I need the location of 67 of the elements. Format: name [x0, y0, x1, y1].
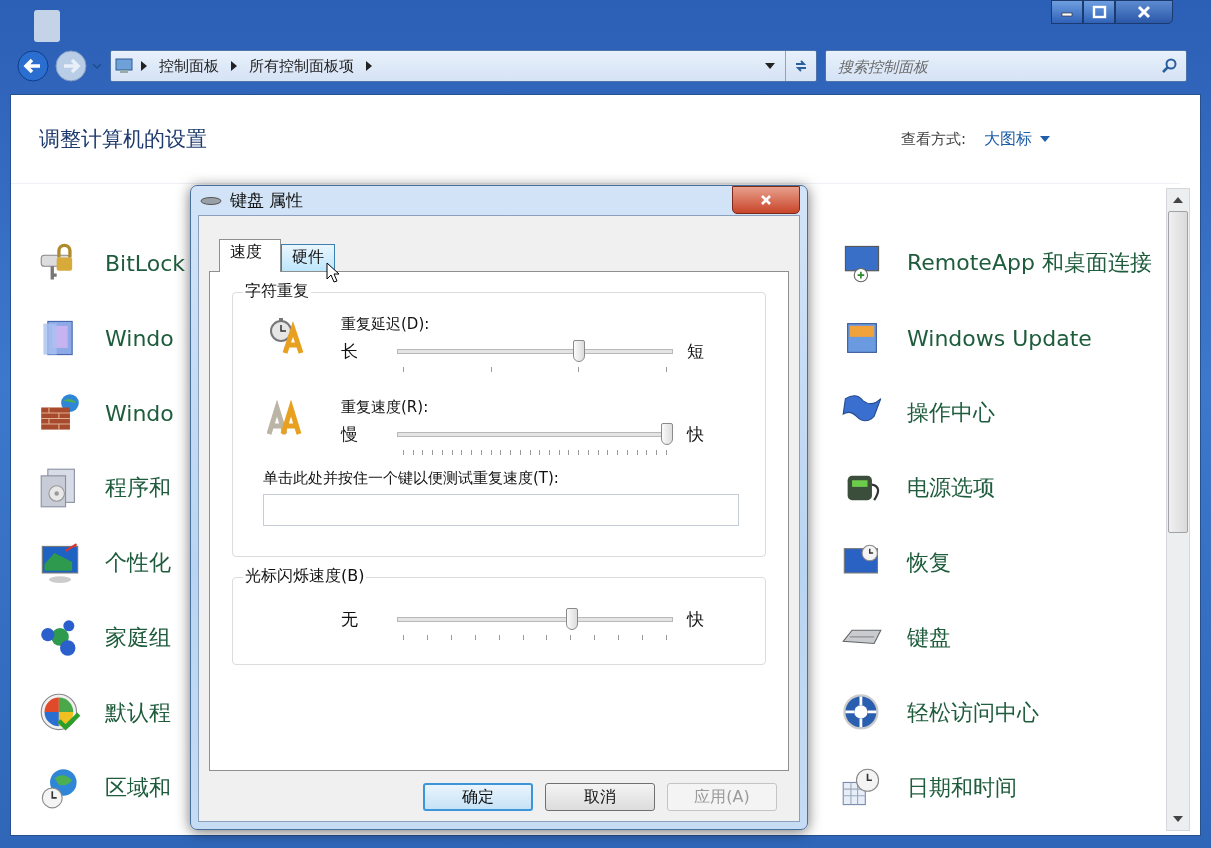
slider-thumb[interactable] [661, 423, 673, 445]
scroll-down-icon[interactable] [1173, 816, 1183, 822]
slider-max-label: 短 [686, 340, 704, 362]
keyboard-icon [200, 195, 222, 206]
test-input-field[interactable] [263, 494, 739, 526]
dialog-title: 键盘 属性 [230, 189, 305, 212]
close-icon [759, 194, 773, 206]
slider-track[interactable] [397, 608, 673, 630]
slider-thumb[interactable] [565, 608, 578, 630]
control-panel-link[interactable]: Windows Update [907, 325, 1092, 351]
chevron-icon[interactable] [141, 61, 147, 71]
slider-min-label: 长 [341, 340, 359, 362]
control-panel-link[interactable]: 区域和 [105, 773, 171, 803]
slider-max-label: 快 [685, 423, 704, 445]
control-panel-link[interactable]: BitLock [105, 250, 185, 276]
chevron-icon[interactable] [366, 61, 372, 71]
monitor-icon[interactable] [39, 542, 81, 584]
control-panel-icon [115, 58, 133, 74]
view-dropdown[interactable]: 大图标 [984, 128, 1050, 150]
control-panel-link[interactable]: 恢复 [907, 548, 951, 578]
control-panel-link[interactable]: 日期和时间 [907, 773, 1017, 803]
control-panel-link[interactable]: Windo [105, 325, 174, 351]
address-bar[interactable]: 控制面板 所有控制面板项 [110, 50, 817, 82]
maximize-button[interactable] [1083, 0, 1115, 24]
caret-icon [1040, 136, 1050, 142]
test-field-label: 单击此处并按住一个键以便测试重复速度(T): [263, 469, 560, 488]
tab[interactable]: 速度 [219, 239, 281, 272]
scroll-up-icon[interactable] [1173, 197, 1183, 203]
slider-track[interactable] [397, 340, 673, 362]
scrollbar[interactable] [1166, 188, 1190, 831]
slider-max-label: 快 [685, 608, 704, 630]
control-panel-link[interactable]: 电源选项 [907, 473, 995, 503]
search-field[interactable]: 搜索控制面板 [825, 50, 1187, 82]
dropdown-icon[interactable] [765, 63, 775, 69]
slider-min-label: 无 [341, 608, 359, 630]
slider-min-label: 慢 [341, 423, 359, 445]
slider-track[interactable] [397, 423, 673, 445]
chevron-icon[interactable] [231, 61, 237, 71]
scrollbar-thumb[interactable] [1168, 211, 1188, 533]
view-label: 查看方式: [900, 129, 966, 149]
arrows-icon [793, 58, 809, 74]
control-panel-link[interactable]: 操作中心 [907, 398, 995, 428]
dialog-button[interactable]: 取消 [545, 783, 655, 811]
tab[interactable]: 硬件 [281, 244, 335, 271]
control-panel-link[interactable]: RemoteApp 和桌面连接 [907, 248, 1152, 278]
breadcrumb-link[interactable]: 所有控制面板项 [249, 56, 354, 76]
control-panel-link[interactable]: 轻松访问中心 [907, 698, 1039, 728]
control-panel-link[interactable]: Windo [105, 400, 174, 426]
breadcrumb-link[interactable]: 控制面板 [159, 56, 219, 76]
control-panel-link[interactable]: 个性化 [105, 548, 171, 578]
control-panel-link[interactable]: 程序和 [105, 473, 171, 503]
slider-label: 重复速度(R): [341, 398, 430, 417]
app-icon [32, 8, 62, 44]
search-icon [1161, 58, 1177, 74]
slider-label: 重复延迟(D): [341, 315, 431, 334]
group-title: 光标闪烁速度(B) [243, 566, 367, 587]
control-panel-link[interactable]: 默认程 [105, 698, 171, 728]
close-button[interactable] [732, 186, 800, 214]
control-panel-link[interactable]: 家庭组 [105, 623, 171, 653]
forward-button[interactable] [54, 49, 88, 83]
control-panel-link[interactable]: 键盘 [907, 623, 951, 653]
page-title: 调整计算机的设置 [39, 126, 207, 153]
back-button[interactable] [16, 49, 50, 83]
minimize-button[interactable] [1051, 0, 1083, 24]
close-button[interactable] [1115, 0, 1173, 24]
dialog-button[interactable]: 确定 [423, 783, 533, 811]
slider-thumb[interactable] [573, 340, 586, 362]
